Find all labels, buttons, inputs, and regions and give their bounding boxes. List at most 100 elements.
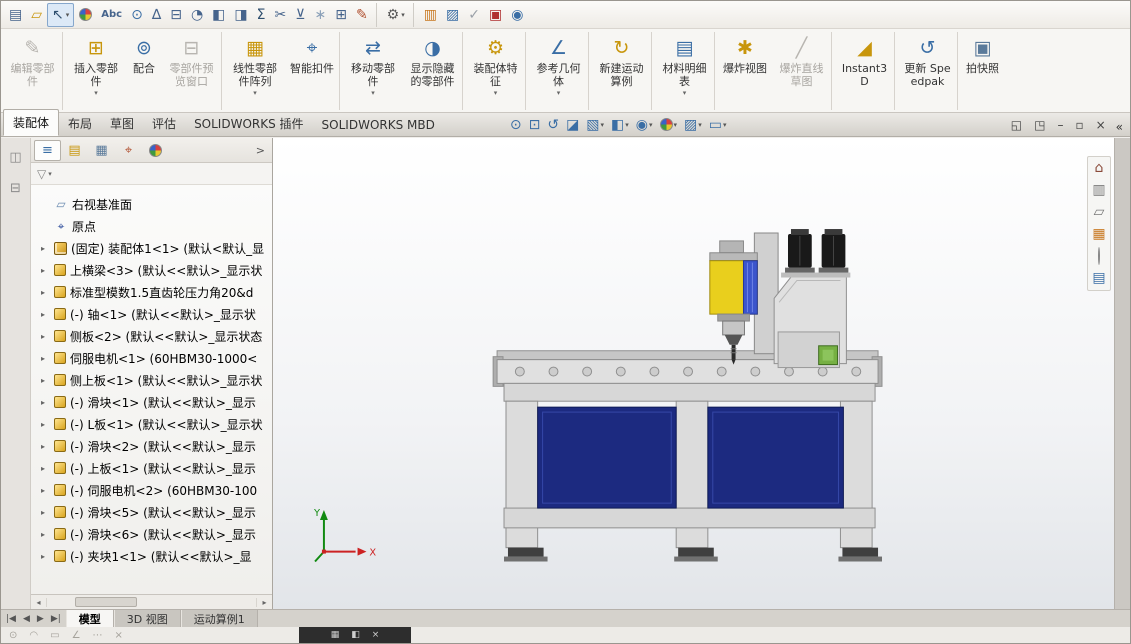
- update-speedpak-button[interactable]: ↺ 更新 Speedpak ▾: [898, 32, 958, 110]
- ribbon-tab[interactable]: 装配体: [3, 109, 60, 136]
- edit-appearance-icon[interactable]: ▾: [658, 118, 680, 131]
- view-orientation-icon[interactable]: ▧ ▾: [584, 117, 606, 133]
- new-motion-study-button[interactable]: ↻ 新建运动算例 ▾: [592, 32, 652, 110]
- ribbon-tab[interactable]: 评估: [143, 111, 185, 136]
- spindle-assembly[interactable]: [709, 232, 779, 365]
- expand-arrow-icon[interactable]: ▸: [41, 552, 54, 561]
- expand-arrow-icon[interactable]: ▸: [41, 266, 54, 275]
- appearance-target-icon[interactable]: [1098, 247, 1100, 265]
- mini-grid-icon[interactable]: ▦: [331, 630, 340, 640]
- edit-component-button[interactable]: ✎ 编辑零部件 ▾: [3, 32, 63, 110]
- apply-scene-icon[interactable]: ▨ ▾: [682, 117, 704, 133]
- graphics-viewport[interactable]: Y X ⌂ ▥ ▱ ▦ ▤: [273, 138, 1114, 609]
- open-document-icon[interactable]: ▱ ▾: [27, 3, 46, 27]
- expand-arrow-icon[interactable]: ▸: [41, 530, 54, 539]
- expand-arrow-icon[interactable]: ▸: [41, 442, 54, 451]
- solid-bodies-icon[interactable]: ▥: [1092, 183, 1105, 198]
- copy-settings-icon[interactable]: ⊞ ▾: [331, 3, 351, 27]
- document-tab[interactable]: 运动算例1: [180, 610, 258, 627]
- status-icon-arc[interactable]: ◠: [29, 630, 38, 641]
- next-tab-button[interactable]: ▶: [37, 614, 44, 624]
- prev-tab-button[interactable]: ◀: [23, 614, 30, 624]
- instant3d-button[interactable]: ◢ Instant3D ▾: [835, 32, 895, 110]
- propertymanager-tab[interactable]: ▤: [61, 140, 88, 161]
- tree-item[interactable]: ▸ (-) 轴<1> (默认<<默认>_显示状: [31, 303, 272, 325]
- restore-button[interactable]: ▫: [1075, 118, 1083, 132]
- scrollbar-thumb[interactable]: [75, 597, 137, 607]
- expand-arrow-icon[interactable]: ▸: [41, 420, 54, 429]
- options-gear-icon[interactable]: ⚙ ▾: [383, 2, 414, 27]
- move-component-button[interactable]: ⇄ 移动零部件 ▾: [343, 32, 403, 110]
- float-window-icon[interactable]: ◱: [1011, 118, 1022, 132]
- ribbon-tab[interactable]: 草图: [101, 111, 143, 136]
- section-view-icon[interactable]: ⊟ ▾: [166, 3, 186, 27]
- ribbon-tab[interactable]: 布局: [59, 111, 101, 136]
- status-icon-more[interactable]: ⋯: [93, 630, 103, 641]
- tree-item[interactable]: ▸ (-) 夹块1<1> (默认<<默认>_显: [31, 545, 272, 567]
- mini-pane-icon[interactable]: ◧: [351, 630, 360, 640]
- view-settings-icon[interactable]: ▭ ▾: [707, 117, 729, 133]
- expand-arrow-icon[interactable]: ▸: [41, 244, 54, 253]
- spell-check-icon[interactable]: Abc ▾: [97, 3, 126, 27]
- assembly-features-button[interactable]: ⚙ 装配体特征 ▾: [466, 32, 526, 110]
- select-arrow-icon[interactable]: ↖ ▾: [47, 2, 75, 27]
- ribbon-tab[interactable]: SOLIDWORKS MBD: [313, 114, 444, 136]
- tree-item[interactable]: ▸ 伺服电机<1> (60HBM30-1000<: [31, 347, 272, 369]
- simulation-icon[interactable]: ⊻ ▾: [291, 3, 309, 27]
- toolbox-icon[interactable]: ▥ ▾: [420, 3, 441, 27]
- trim-icon[interactable]: ✂ ▾: [270, 3, 290, 27]
- assembly-visualization-icon[interactable]: ◧ ▾: [208, 3, 229, 27]
- machine-feet[interactable]: [504, 547, 882, 562]
- list-icon[interactable]: ▤: [1092, 271, 1105, 286]
- dock-toolbar-icon-top[interactable]: ◫: [9, 150, 21, 165]
- ribbon-tab[interactable]: SOLIDWORKS 插件: [185, 111, 312, 136]
- tree-item[interactable]: ▸ ⌖ 原点: [31, 215, 272, 237]
- scrollbar-track[interactable]: [47, 595, 256, 609]
- status-icon-circle[interactable]: ⊙: [9, 630, 17, 641]
- zoom-fit-icon[interactable]: ⊙ ▾: [508, 117, 524, 133]
- floating-mini-toolbar[interactable]: ▦ ◧ ×: [299, 627, 411, 643]
- insert-components-button[interactable]: ⊞ 插入零部件 ▾: [66, 32, 126, 110]
- component-preview-button[interactable]: ⊟ 零部件预览窗口 ▾: [162, 32, 222, 110]
- expand-arrow-icon[interactable]: ▸: [41, 376, 54, 385]
- expand-arrow-icon[interactable]: ▸: [41, 508, 54, 517]
- hide-show-items-icon[interactable]: ◉ ▾: [634, 117, 655, 133]
- interference-detection-icon[interactable]: ◨ ▾: [230, 3, 251, 27]
- home-icon[interactable]: ⌂: [1095, 161, 1104, 176]
- displaymanager-tab[interactable]: [142, 140, 169, 161]
- freeze-bar-icon[interactable]: ∗ ▾: [310, 3, 330, 27]
- tree-item[interactable]: ▸ 标准型模数1.5直齿轮压力角20&d: [31, 281, 272, 303]
- tree-item[interactable]: ▸ (固定) 装配体1<1> (默认<默认_显: [31, 237, 272, 259]
- featuremanager-tab[interactable]: ≡: [34, 139, 61, 161]
- expand-arrow-icon[interactable]: ▸: [41, 398, 54, 407]
- tree-horizontal-scrollbar[interactable]: ◂ ▸: [31, 594, 272, 609]
- taskpane-strip[interactable]: [1114, 138, 1130, 609]
- show-hidden-components-button[interactable]: ◑ 显示隐藏的零部件 ▾: [403, 32, 463, 110]
- take-snapshot-button[interactable]: ▣ 拍快照 ▾: [961, 32, 1004, 110]
- tree-item[interactable]: ▸ (-) L板<1> (默认<<默认>_显示状: [31, 413, 272, 435]
- task-scheduler-icon[interactable]: ✓ ▾: [464, 3, 484, 27]
- mini-close-icon[interactable]: ×: [372, 630, 380, 640]
- previous-view-icon[interactable]: ↺ ▾: [545, 117, 561, 133]
- exploded-view-button[interactable]: ✱ 爆炸视图 ▾: [718, 32, 772, 110]
- tree-item[interactable]: ▸ (-) 伺服电机<2> (60HBM30-100: [31, 479, 272, 501]
- tile-window-icon[interactable]: ◳: [1034, 118, 1045, 132]
- document-tab[interactable]: 模型: [65, 610, 114, 627]
- expand-arrow-icon[interactable]: ▸: [41, 288, 54, 297]
- dimxpertmanager-tab[interactable]: ⌖: [115, 140, 142, 161]
- dock-toolbar-icon-bottom[interactable]: ⊟: [10, 181, 21, 196]
- zoom-area-icon[interactable]: ⊡ ▾: [527, 117, 543, 133]
- bill-of-materials-button[interactable]: ▤ 材料明细表 ▾: [655, 32, 715, 110]
- tree-filter[interactable]: ▽ ▾: [31, 163, 272, 185]
- scroll-left-button[interactable]: ◂: [31, 597, 47, 607]
- pdm-icon[interactable]: ▣ ▾: [485, 3, 506, 27]
- control-housing[interactable]: [773, 274, 847, 369]
- close-button[interactable]: ×: [1096, 118, 1106, 132]
- configurationmanager-tab[interactable]: ▦: [88, 140, 115, 161]
- explode-line-sketch-button[interactable]: ╱ 爆炸直线草图 ▾: [772, 32, 832, 110]
- expand-arrow-icon[interactable]: ▸: [41, 310, 54, 319]
- sheet-icon[interactable]: ▱: [1094, 205, 1105, 220]
- new-document-icon[interactable]: ▤ ▾: [5, 3, 26, 27]
- document-tab[interactable]: 3D 视图: [113, 610, 181, 627]
- expand-arrow-icon[interactable]: ▸: [41, 332, 54, 341]
